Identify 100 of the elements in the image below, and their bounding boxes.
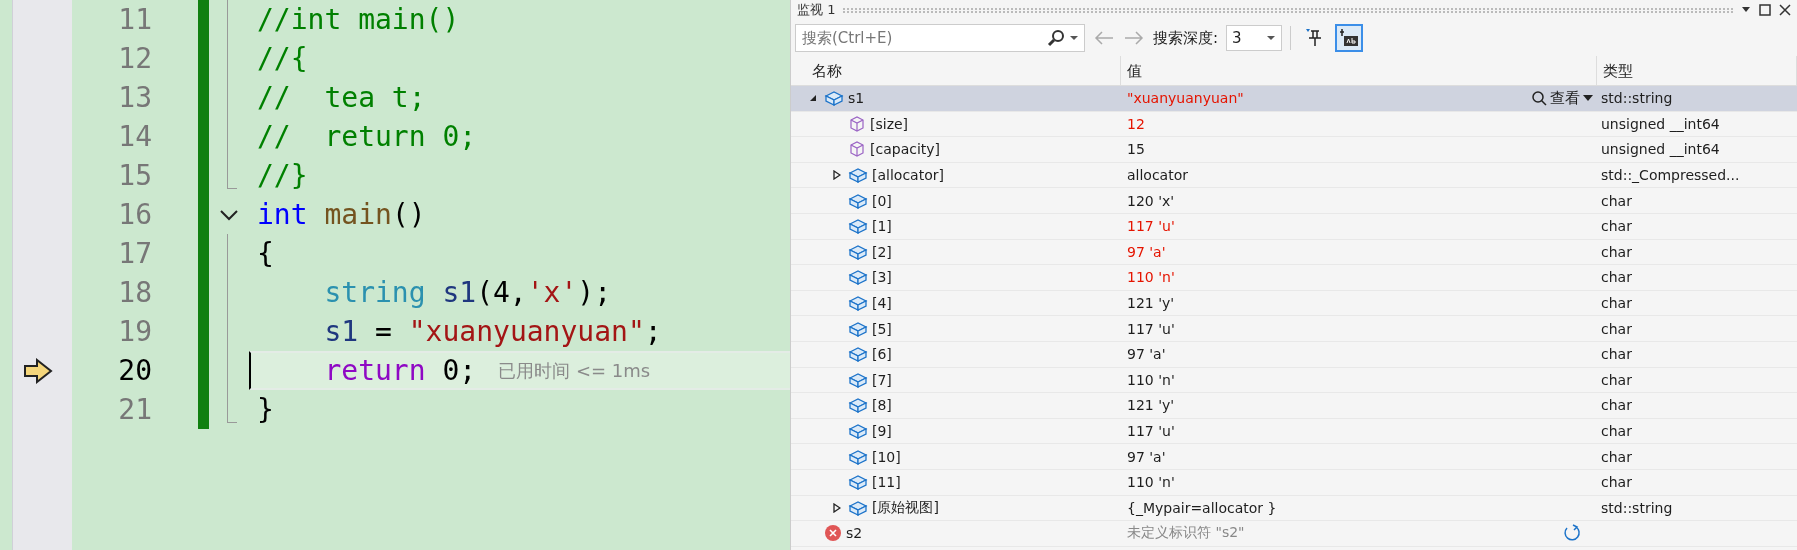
chevron-down-icon[interactable] bbox=[219, 208, 239, 221]
search-icon[interactable] bbox=[1047, 29, 1065, 47]
line-number: 13 bbox=[117, 81, 152, 114]
variable-name: [11] bbox=[872, 474, 901, 491]
variable-value: 117 'u' bbox=[1127, 218, 1175, 235]
variable-type: std::string bbox=[1601, 499, 1673, 516]
object-icon bbox=[848, 396, 868, 415]
object-icon bbox=[848, 473, 868, 492]
code-line: //int main() bbox=[257, 3, 460, 36]
variable-value: allocator bbox=[1127, 167, 1188, 184]
variable-type: char bbox=[1601, 474, 1632, 491]
search-depth-dropdown[interactable]: 3 bbox=[1226, 25, 1283, 51]
variable-name: [1] bbox=[872, 218, 892, 235]
variable-name: [10] bbox=[872, 448, 901, 465]
maximize-icon[interactable] bbox=[1759, 4, 1771, 16]
variable-type: unsigned __int64 bbox=[1601, 115, 1720, 132]
variable-type: char bbox=[1601, 295, 1632, 312]
variable-value: 120 'x' bbox=[1127, 192, 1175, 209]
variable-name: s2 bbox=[846, 525, 863, 542]
cube-icon bbox=[848, 114, 866, 133]
line-number: 21 bbox=[117, 393, 152, 426]
variable-value: 117 'u' bbox=[1127, 320, 1175, 337]
object-icon bbox=[848, 294, 868, 313]
inline-hint: 已用时间 <= 1ms bbox=[498, 358, 651, 383]
variable-value: 12 bbox=[1127, 115, 1145, 132]
line-number: 11 bbox=[117, 3, 152, 36]
watch-row[interactable]: s2 未定义标识符 "s2" bbox=[791, 521, 1797, 547]
variable-value: 97 'a' bbox=[1127, 448, 1166, 465]
variable-value: 97 'a' bbox=[1127, 346, 1166, 363]
line-number: 12 bbox=[117, 42, 152, 75]
variable-name: [8] bbox=[872, 397, 892, 414]
code-line: //} bbox=[257, 159, 308, 192]
caret-icon bbox=[1583, 95, 1593, 102]
variable-name: [0] bbox=[872, 192, 892, 209]
window-title: 监视 1 bbox=[797, 1, 836, 19]
expanded-arrow-icon[interactable] bbox=[809, 94, 817, 103]
line-number: 14 bbox=[117, 120, 152, 153]
code-line: string s1(4,'x'); bbox=[323, 276, 612, 309]
variable-type: char bbox=[1601, 346, 1632, 363]
variable-value: 15 bbox=[1127, 141, 1145, 158]
variable-type: char bbox=[1601, 243, 1632, 260]
collapsed-arrow-icon[interactable] bbox=[833, 502, 841, 513]
variable-value: 97 'a' bbox=[1127, 243, 1166, 260]
object-icon bbox=[848, 166, 868, 185]
close-icon[interactable] bbox=[1779, 4, 1791, 16]
variable-name: [7] bbox=[872, 371, 892, 388]
object-icon bbox=[848, 422, 868, 440]
variable-value: "xuanyuanyuan" bbox=[1127, 90, 1244, 107]
variable-name: [size] bbox=[870, 115, 909, 132]
variable-name: [5] bbox=[872, 320, 892, 337]
variable-value: 117 'u' bbox=[1127, 423, 1175, 439]
variable-type: char bbox=[1601, 192, 1632, 209]
collapsed-arrow-icon[interactable] bbox=[833, 170, 841, 181]
raw-view-button[interactable] bbox=[1335, 24, 1364, 52]
variable-name: [3] bbox=[872, 269, 892, 286]
line-number: 19 bbox=[117, 315, 152, 348]
watch-row[interactable]: s1 "xuanyuanyuan" 查看 std::string bbox=[791, 86, 1797, 112]
variable-value: 未定义标识符 "s2" bbox=[1127, 524, 1245, 543]
variable-type: char bbox=[1601, 397, 1632, 414]
variable-name: [capacity] bbox=[870, 141, 941, 158]
variable-value: 121 'y' bbox=[1127, 295, 1175, 312]
variable-value: 110 'n' bbox=[1127, 371, 1175, 388]
cube-icon bbox=[848, 140, 866, 159]
code-line: { bbox=[257, 237, 274, 270]
code-line: s1 = "xuanyuanyuan"; bbox=[323, 315, 662, 348]
search-field[interactable]: 搜索(Ctrl+E) bbox=[795, 24, 1085, 52]
line-number: 18 bbox=[117, 276, 152, 309]
line-number: 16 bbox=[117, 198, 152, 231]
variable-type: unsigned __int64 bbox=[1601, 141, 1720, 158]
variable-value: {_Mypair=allocator } bbox=[1127, 499, 1277, 516]
caret-icon[interactable] bbox=[1069, 35, 1079, 41]
object-icon bbox=[848, 268, 868, 287]
line-number: 20 bbox=[117, 354, 152, 387]
variable-name: s1 bbox=[848, 90, 865, 107]
dropdown-icon[interactable] bbox=[1741, 6, 1751, 14]
variable-name: [2] bbox=[872, 243, 892, 260]
variable-value: 121 'y' bbox=[1127, 397, 1175, 414]
pin-icon bbox=[1304, 28, 1323, 48]
variable-type: char bbox=[1601, 423, 1632, 439]
variable-name: [allocator] bbox=[872, 167, 944, 184]
variable-value: 110 'n' bbox=[1127, 269, 1175, 286]
search-depth-label: 搜索深度: bbox=[1153, 28, 1219, 48]
code-line: // tea t; bbox=[257, 81, 426, 114]
object-icon bbox=[824, 89, 844, 108]
object-icon bbox=[848, 217, 868, 236]
refresh-icon[interactable] bbox=[1563, 524, 1581, 543]
line-number: 17 bbox=[117, 237, 152, 270]
variable-name: [原始视图] bbox=[872, 498, 939, 517]
code-line: //{ bbox=[257, 42, 308, 75]
variable-name: [9] bbox=[872, 423, 892, 439]
code-line: } bbox=[257, 393, 274, 426]
variable-type: char bbox=[1601, 448, 1632, 465]
variable-type: std::string bbox=[1601, 90, 1673, 107]
code-line: return 0; bbox=[323, 354, 477, 387]
variable-type: char bbox=[1601, 320, 1632, 337]
line-number: 15 bbox=[117, 159, 152, 192]
caret-icon bbox=[1266, 35, 1277, 41]
code-line: // return 0; bbox=[257, 120, 477, 153]
view-button[interactable]: 查看 bbox=[1531, 88, 1593, 108]
variable-name: [4] bbox=[872, 295, 892, 312]
